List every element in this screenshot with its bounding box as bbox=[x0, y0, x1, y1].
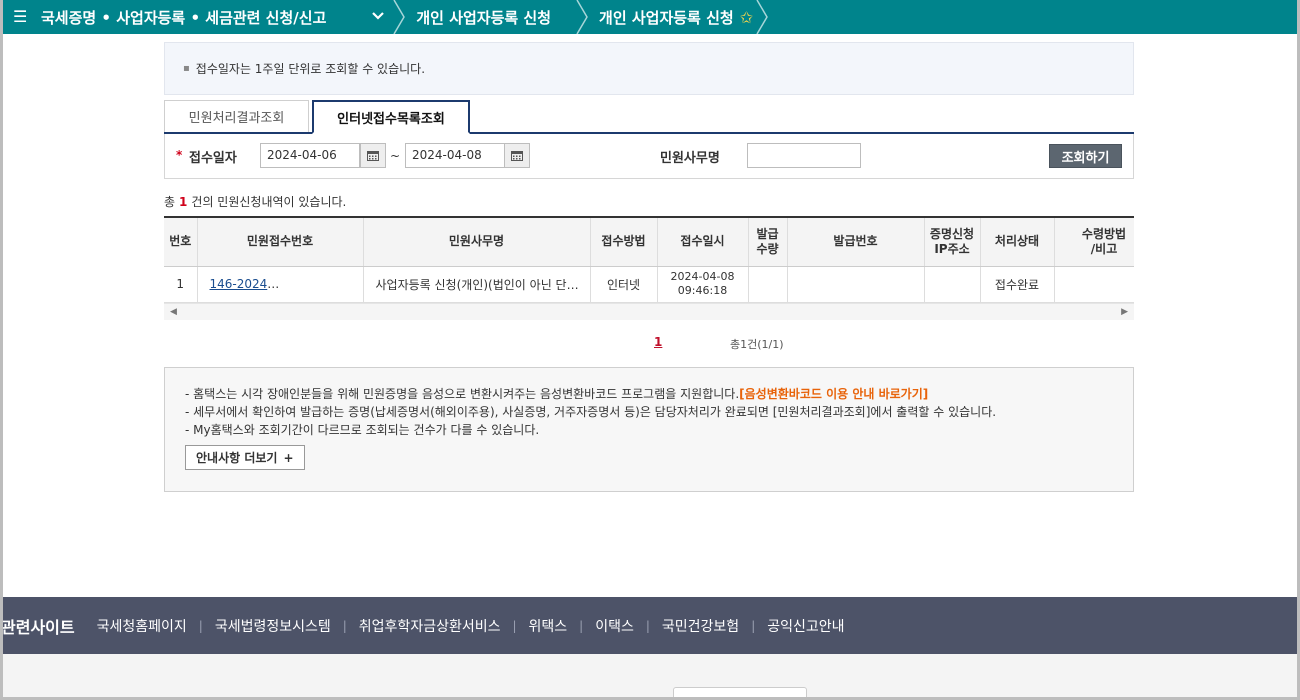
top-nav-bar: ☰ 국세증명 • 사업자등록 • 세금관련 신청/신고 개인 사업자등록 신청 … bbox=[3, 0, 1297, 34]
required-mark: * bbox=[176, 148, 183, 162]
date-to-input[interactable]: 2024-04-08 bbox=[405, 143, 505, 168]
header-method[interactable]: 접수방법 bbox=[590, 218, 658, 267]
guide-line-2: - 세무서에서 확인하여 발급하는 증명(납세증명서(해외이주용), 사실증명,… bbox=[185, 405, 997, 419]
tab-result-lookup[interactable]: 민원처리결과조회 bbox=[164, 100, 309, 132]
divider: | bbox=[645, 618, 650, 633]
calendar-icon[interactable] bbox=[504, 143, 530, 168]
service-name-input[interactable] bbox=[747, 143, 861, 168]
page-current-link[interactable]: 1 bbox=[654, 335, 662, 349]
divider: | bbox=[512, 618, 517, 633]
cell-issue-qty bbox=[748, 266, 788, 303]
footer-link-nts[interactable]: 국세청홈페이지 bbox=[97, 616, 187, 636]
search-button[interactable]: 조회하기 bbox=[1049, 144, 1122, 168]
tab-bar: 민원처리결과조회 인터넷접수목록조회 bbox=[164, 100, 1134, 134]
footer-link-nhis[interactable]: 국민건강보험 bbox=[662, 616, 739, 636]
scroll-left-icon[interactable]: ◀ bbox=[170, 307, 177, 317]
cell-method: 인터넷 bbox=[590, 266, 658, 303]
bullet-icon: ▪ bbox=[183, 63, 190, 74]
count-value: 1 bbox=[179, 195, 188, 209]
header-receipt-no[interactable]: 민원접수번호 bbox=[197, 218, 364, 267]
header-status[interactable]: 처리상태 bbox=[980, 218, 1055, 267]
guide-line-1: - 홈택스는 시각 장애인분들을 위해 민원증명을 음성으로 변환시켜주는 음성… bbox=[185, 387, 929, 401]
service-name-label: 민원사무명 bbox=[660, 151, 720, 166]
results-table: 번호 민원접수번호 민원사무명 접수방법 접수일시 발급 수량 발급번호 증명신청… bbox=[164, 218, 1134, 303]
footer-link-etax[interactable]: 이택스 bbox=[595, 616, 634, 636]
header-ip-address[interactable]: 증명신청 IP주소 bbox=[924, 218, 981, 267]
breadcrumb-separator-icon bbox=[755, 0, 769, 34]
related-sites-footer: 관련사이트 국세청홈페이지 | 국세법령정보시스템 | 취업후학자금상환서비스 | 위… bbox=[1, 597, 1297, 654]
count-prefix: 총 bbox=[164, 195, 176, 209]
cell-no: 1 bbox=[164, 266, 198, 303]
table-row: 1 146-2024 사업자등록 신청(개인)(법인이 아닌 단체의 고유번호신… bbox=[164, 266, 1134, 303]
calendar-icon[interactable] bbox=[360, 143, 386, 168]
breadcrumb-item-1[interactable]: 개인 사업자등록 신청 bbox=[416, 7, 551, 28]
count-suffix: 건의 민원신청내역이 있습니다. bbox=[191, 195, 347, 209]
guide-box: - 홈택스는 시각 장애인분들을 위해 민원증명을 음성으로 변환시켜주는 음성… bbox=[164, 367, 1134, 492]
notice-text: 접수일자는 1주일 단위로 조회할 수 있습니다. bbox=[195, 62, 426, 76]
scroll-right-icon[interactable]: ▶ bbox=[1121, 307, 1128, 317]
footer-link-report[interactable]: 공익신고안내 bbox=[767, 616, 844, 636]
related-sites-title: 관련사이트 bbox=[1, 617, 75, 637]
breadcrumb-separator-icon bbox=[392, 0, 406, 34]
header-service-name[interactable]: 민원사무명 bbox=[363, 218, 591, 267]
cell-status: 접수완료 bbox=[980, 266, 1055, 303]
breadcrumb-separator-icon bbox=[575, 0, 589, 34]
date-range-separator: ~ bbox=[390, 149, 401, 163]
header-no[interactable]: 번호 bbox=[164, 218, 198, 267]
voice-barcode-guide-link[interactable]: [음성변환바코드 이용 안내 바로가기] bbox=[739, 387, 928, 401]
divider: | bbox=[198, 618, 203, 633]
chevron-down-icon[interactable] bbox=[372, 9, 385, 25]
header-issue-qty[interactable]: 발급 수량 bbox=[748, 218, 788, 267]
notice-box: ▪ 접수일자는 1주일 단위로 조회할 수 있습니다. bbox=[164, 42, 1134, 95]
header-receipt-date[interactable]: 접수일시 bbox=[657, 218, 749, 267]
cell-issue-no bbox=[787, 266, 925, 303]
divider: | bbox=[751, 618, 756, 633]
horizontal-scrollbar[interactable]: ◀ ▶ bbox=[164, 303, 1134, 320]
hamburger-menu-icon[interactable]: ☰ bbox=[13, 0, 33, 34]
table-header-row: 번호 민원접수번호 민원사무명 접수방법 접수일시 발급 수량 발급번호 증명신청… bbox=[164, 218, 1134, 267]
divider: | bbox=[579, 618, 584, 633]
nav-category[interactable]: 국세증명 • 사업자등록 • 세금관련 신청/신고 bbox=[41, 7, 326, 28]
cell-ip-address bbox=[924, 266, 981, 303]
footer-link-student-loan[interactable]: 취업후학자금상환서비스 bbox=[359, 616, 501, 636]
header-issue-no[interactable]: 발급번호 bbox=[787, 218, 925, 267]
guide-line-3: - My홈택스와 조회기간이 다르므로 조회되는 건수가 다를 수 있습니다. bbox=[185, 423, 540, 437]
date-from-input[interactable]: 2024-04-06 bbox=[260, 143, 360, 168]
breadcrumb-item-2[interactable]: 개인 사업자등록 신청 bbox=[599, 7, 734, 28]
page-frame: ☰ 국세증명 • 사업자등록 • 세금관련 신청/신고 개인 사업자등록 신청 … bbox=[0, 0, 1300, 700]
cell-receipt-no[interactable]: 146-2024 bbox=[197, 266, 364, 303]
date-label: 접수일자 bbox=[189, 151, 237, 166]
result-count: 총 1 건의 민원신청내역이 있습니다. bbox=[164, 193, 346, 210]
family-site-select[interactable] bbox=[673, 687, 807, 697]
header-receive-method[interactable]: 수령방법/비고 bbox=[1054, 218, 1134, 267]
more-info-label: 안내사항 더보기 bbox=[196, 451, 278, 465]
tab-internet-receipt-list[interactable]: 인터넷접수목록조회 bbox=[312, 100, 470, 134]
results-table-container: 번호 민원접수번호 민원사무명 접수방법 접수일시 발급 수량 발급번호 증명신청… bbox=[164, 216, 1134, 320]
footer-link-wetax[interactable]: 위택스 bbox=[529, 616, 568, 636]
plus-icon: + bbox=[283, 450, 294, 465]
receipt-no-link[interactable]: 146-2024 bbox=[210, 277, 280, 291]
cell-service-name: 사업자등록 신청(개인)(법인이 아닌 단체의 고유번호신청포함) bbox=[363, 266, 591, 303]
cell-receipt-datetime: 2024-04-08 09:46:18 bbox=[657, 266, 749, 303]
related-sites-links: 국세청홈페이지 | 국세법령정보시스템 | 취업후학자금상환서비스 | 위택스 | 이택… bbox=[97, 616, 845, 636]
cell-receive-method bbox=[1054, 266, 1134, 303]
more-info-button[interactable]: 안내사항 더보기 + bbox=[185, 445, 305, 470]
bottom-footer bbox=[3, 654, 1297, 697]
footer-link-law[interactable]: 국세법령정보시스템 bbox=[215, 616, 331, 636]
redacted-area bbox=[269, 278, 360, 291]
search-form: * 접수일자 2024-04-06 ~ 2024-04-08 민원사무명 조회하… bbox=[164, 134, 1134, 179]
favorite-star-icon[interactable]: ✩ bbox=[740, 8, 753, 27]
page-summary: 총1건(1/1) bbox=[730, 338, 784, 351]
divider: | bbox=[342, 618, 347, 633]
